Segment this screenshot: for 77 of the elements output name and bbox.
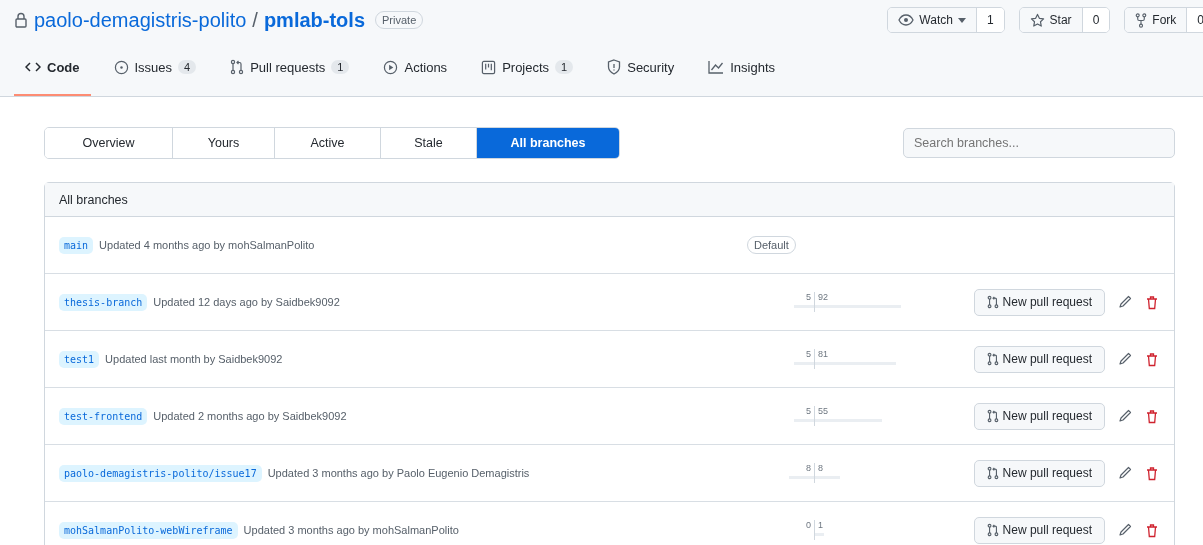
shield-icon <box>607 59 622 75</box>
owner-link[interactable]: paolo-demagistris-polito <box>34 8 247 32</box>
pull-request-icon <box>986 295 999 309</box>
trash-icon[interactable] <box>1146 351 1158 367</box>
branch-name[interactable]: test-frontend <box>59 407 148 425</box>
tab-counter: 1 <box>331 60 350 74</box>
new-pull-request-button[interactable]: New pull request <box>973 516 1105 544</box>
trash-icon[interactable] <box>1146 294 1158 310</box>
board-icon <box>481 59 497 75</box>
trash-icon[interactable] <box>1146 465 1158 481</box>
list-header: All branches <box>45 183 1174 217</box>
ahead-count: 81 <box>817 349 829 359</box>
update-info: Updated 4 months ago by mohSalmanPolito <box>99 239 315 251</box>
repo-tab[interactable]: Code <box>14 40 91 96</box>
branch-name[interactable]: test1 <box>59 350 100 368</box>
star-button[interactable]: Star <box>1019 8 1083 32</box>
trash-icon[interactable] <box>1146 522 1158 538</box>
branch-name[interactable]: mohSalmanPolito-webWireframe <box>59 521 238 539</box>
play-icon <box>383 59 399 75</box>
update-info: Updated 3 months ago by Paolo Eugenio Demagistris <box>267 467 530 479</box>
graph-icon <box>708 60 725 74</box>
behind-count: 5 <box>805 292 812 302</box>
behind-count: 5 <box>805 406 812 416</box>
pencil-icon[interactable] <box>1119 295 1132 309</box>
code-icon <box>25 61 41 73</box>
update-info: Updated last month by Saidbek9092 <box>105 353 283 365</box>
branch-name[interactable]: thesis-branch <box>59 293 148 311</box>
branch-name[interactable]: paolo-demagistris-polito/issue17 <box>59 464 262 482</box>
star-icon <box>1029 12 1045 28</box>
update-info: Updated 3 months ago by mohSalmanPolito <box>243 524 459 536</box>
repo-tab[interactable]: Projects 1 <box>470 40 585 96</box>
star-count: 0 <box>1082 8 1110 32</box>
pull-request-icon <box>230 59 245 75</box>
new-pull-request-button[interactable]: New pull request <box>973 402 1105 430</box>
ahead-count: 8 <box>817 463 824 473</box>
watch-count: 1 <box>976 8 1004 32</box>
ahead-count: 92 <box>817 292 829 302</box>
branch-name[interactable]: main <box>59 236 94 254</box>
behind-count: 8 <box>805 463 812 473</box>
behind-count: 0 <box>805 520 812 530</box>
ahead-count: 55 <box>817 406 829 416</box>
search-field[interactable]: Search branches... <box>903 128 1175 158</box>
trash-icon[interactable] <box>1146 408 1158 424</box>
pull-request-icon <box>986 523 999 537</box>
pencil-icon[interactable] <box>1119 352 1132 366</box>
pull-request-icon <box>986 409 999 423</box>
behind-count: 5 <box>805 349 812 359</box>
pull-request-icon <box>986 466 999 480</box>
new-pull-request-button[interactable]: New pull request <box>973 459 1105 487</box>
caret-icon <box>957 17 966 23</box>
pull-request-icon <box>986 352 999 366</box>
fork-count: 0 <box>1187 8 1203 32</box>
filter-tab[interactable]: Overview <box>45 128 173 158</box>
repo-link[interactable]: pmlab-tols <box>263 8 365 32</box>
circle-dot-icon <box>113 59 129 75</box>
path-separator: / <box>252 8 258 32</box>
ahead-count: 1 <box>817 520 824 530</box>
update-info: Updated 12 days ago by Saidbek9092 <box>153 296 340 308</box>
repo-tab[interactable]: Actions <box>372 40 459 96</box>
eye-icon <box>898 14 915 26</box>
repo-tab[interactable]: Security <box>596 40 686 96</box>
repo-tab[interactable]: Issues 4 <box>102 40 208 96</box>
watch-button[interactable]: Watch <box>888 8 977 32</box>
new-pull-request-button[interactable]: New pull request <box>973 288 1105 316</box>
tab-counter: 1 <box>555 60 574 74</box>
tab-counter: 4 <box>178 60 197 74</box>
lock-icon <box>14 12 28 28</box>
fork-button[interactable]: Fork <box>1125 8 1188 32</box>
pencil-icon[interactable] <box>1119 523 1132 537</box>
repo-tab[interactable]: Pull requests 1 <box>219 40 361 96</box>
fork-icon <box>1135 12 1148 28</box>
pencil-icon[interactable] <box>1119 409 1132 423</box>
filter-tab[interactable]: All branches <box>477 128 619 158</box>
pencil-icon[interactable] <box>1119 466 1132 480</box>
update-info: Updated 2 months ago by Saidbek9092 <box>153 410 347 422</box>
new-pull-request-button[interactable]: New pull request <box>973 345 1105 373</box>
repo-tab[interactable]: Insights <box>697 40 786 96</box>
